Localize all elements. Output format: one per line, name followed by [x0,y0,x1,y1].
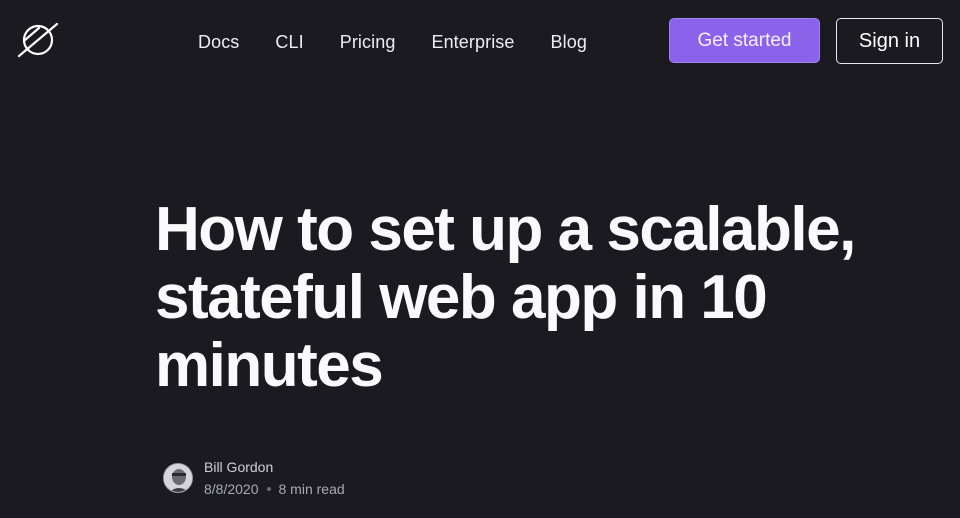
railway-logo-icon[interactable] [14,20,62,60]
author-byline: Bill Gordon 8/8/2020 8 min read [163,458,345,498]
nav-link-enterprise[interactable]: Enterprise [431,32,514,53]
author-name[interactable]: Bill Gordon [204,458,345,476]
author-avatar[interactable] [163,463,193,493]
page: Docs CLI Pricing Enterprise Blog Get sta… [0,0,960,518]
article-title: How to set up a scalable, stateful web a… [155,195,856,400]
nav-link-blog[interactable]: Blog [551,32,587,53]
main-nav: Docs CLI Pricing Enterprise Blog [180,22,605,62]
read-time: 8 min read [278,481,345,497]
separator-dot [266,487,271,491]
nav-link-pricing[interactable]: Pricing [340,32,396,53]
author-meta: Bill Gordon 8/8/2020 8 min read [204,458,345,498]
publish-date: 8/8/2020 [204,481,259,497]
nav-link-docs[interactable]: Docs [198,32,239,53]
nav-link-cli[interactable]: CLI [275,32,303,53]
get-started-button[interactable]: Get started [669,18,820,63]
sign-in-button[interactable]: Sign in [836,18,943,64]
article-meta-row: 8/8/2020 8 min read [204,480,345,498]
